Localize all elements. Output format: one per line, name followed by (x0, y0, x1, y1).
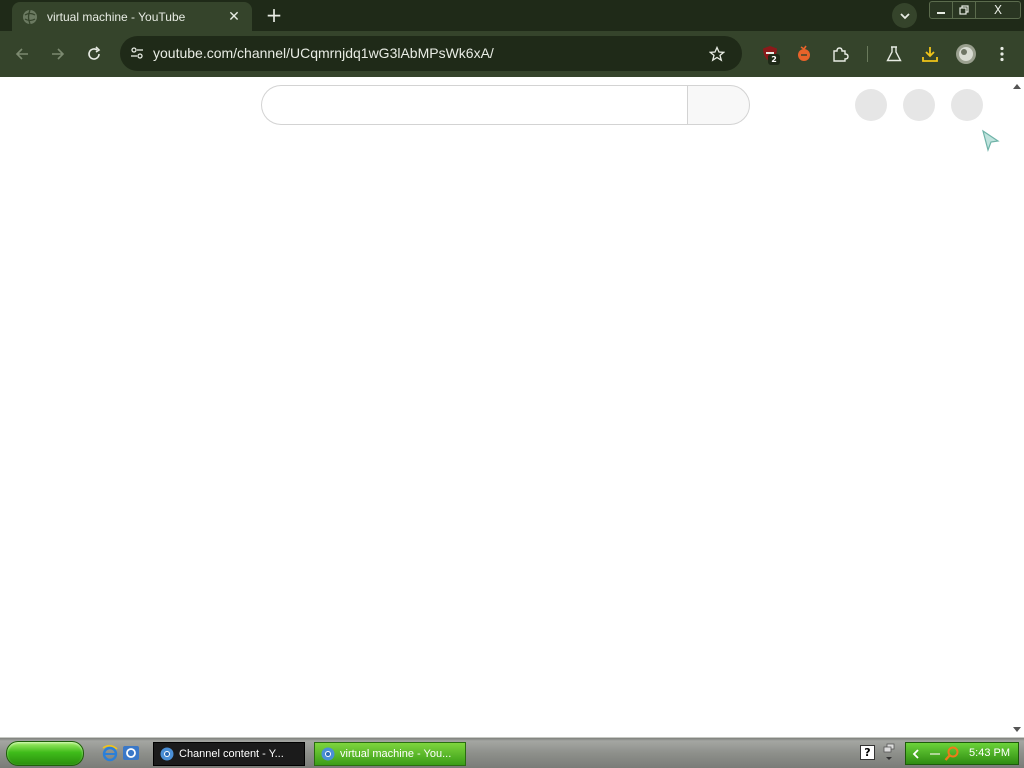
star-icon (709, 46, 725, 62)
download-icon (922, 47, 938, 62)
taskbar-task-channel-content[interactable]: Channel content - Y... (153, 742, 305, 766)
arrow-right-icon (52, 48, 65, 60)
search-input[interactable] (261, 85, 688, 125)
tab-strip: virtual machine - YouTube ✕ + X (0, 0, 1024, 31)
puzzle-icon (833, 47, 849, 62)
flask-icon (886, 46, 902, 62)
tab-close-icon[interactable]: ✕ (226, 9, 242, 25)
toolbar-separator (867, 46, 868, 62)
site-info-button[interactable] (126, 42, 148, 64)
tune-icon (131, 47, 143, 59)
chevron-left-icon[interactable] (910, 748, 922, 760)
internet-explorer-icon (102, 744, 118, 762)
task-label: virtual machine - You... (340, 748, 452, 760)
orange-extension-icon (798, 45, 810, 61)
new-tab-button[interactable]: + (262, 4, 286, 26)
ublock-extension-button[interactable]: 2 (757, 41, 783, 67)
extensions-button[interactable] (827, 41, 853, 67)
arrow-left-icon (15, 48, 28, 60)
orange-extension-button[interactable] (791, 41, 817, 67)
mouse-cursor-icon (982, 129, 1000, 152)
chrome-icon (321, 747, 335, 761)
system-tray: 5:43 PM (905, 742, 1019, 765)
restore-icon (959, 5, 969, 15)
tab-search-button[interactable] (892, 3, 917, 28)
chevron-down-icon (899, 12, 910, 19)
downloads-button[interactable] (917, 41, 943, 67)
forward-button[interactable] (46, 42, 70, 66)
chrome-icon (160, 747, 174, 761)
url-text[interactable]: youtube.com/channel/UCqmrnjdq1wG3lAbMPsW… (153, 45, 494, 61)
tab-virtual-machine[interactable]: virtual machine - YouTube ✕ (12, 2, 252, 31)
labs-button[interactable] (881, 41, 907, 67)
scroll-down-arrow-icon[interactable] (1012, 726, 1022, 734)
reload-icon (88, 46, 101, 60)
profile-button[interactable] (953, 41, 979, 67)
skeleton-circle (951, 89, 983, 121)
help-icon[interactable]: ? (860, 745, 875, 760)
back-button[interactable] (10, 42, 34, 66)
restore-button[interactable] (952, 1, 976, 19)
taskbar-task-virtual-machine[interactable]: virtual machine - You... (314, 742, 466, 766)
search-button[interactable] (687, 85, 750, 125)
bookmark-star-button[interactable] (706, 43, 728, 65)
os-taskbar: Channel content - Y... virtual machine -… (0, 737, 1024, 768)
search-tray-icon[interactable] (944, 746, 960, 762)
minimize-icon (937, 12, 945, 14)
skeleton-circle (855, 89, 887, 121)
ie-quicklaunch-button[interactable] (101, 744, 119, 762)
skeleton-circle (903, 89, 935, 121)
ie-desktop-icon (123, 746, 139, 760)
page-content (0, 77, 1024, 737)
globe-icon (23, 9, 37, 24)
clock: 5:43 PM (969, 747, 1010, 759)
network-tray-icon[interactable] (882, 743, 896, 763)
close-window-button[interactable]: X (975, 1, 1021, 19)
start-button[interactable] (6, 741, 84, 766)
menu-button[interactable] (989, 41, 1015, 67)
task-label: Channel content - Y... (179, 748, 284, 760)
extension-badge: 2 (768, 54, 780, 65)
reload-button[interactable] (82, 42, 106, 66)
desktop-quicklaunch-button[interactable] (122, 744, 140, 762)
minimize-button[interactable] (929, 1, 953, 19)
address-bar[interactable]: youtube.com/channel/UCqmrnjdq1wG3lAbMPsW… (120, 36, 742, 71)
profile-avatar (956, 44, 976, 64)
scroll-up-arrow-icon[interactable] (1012, 82, 1022, 90)
browser-toolbar: youtube.com/channel/UCqmrnjdq1wG3lAbMPsW… (0, 31, 1024, 77)
tab-title: virtual machine - YouTube (47, 9, 186, 24)
menu-kebab-icon (1000, 46, 1004, 62)
minus-tray-icon[interactable] (928, 748, 942, 760)
